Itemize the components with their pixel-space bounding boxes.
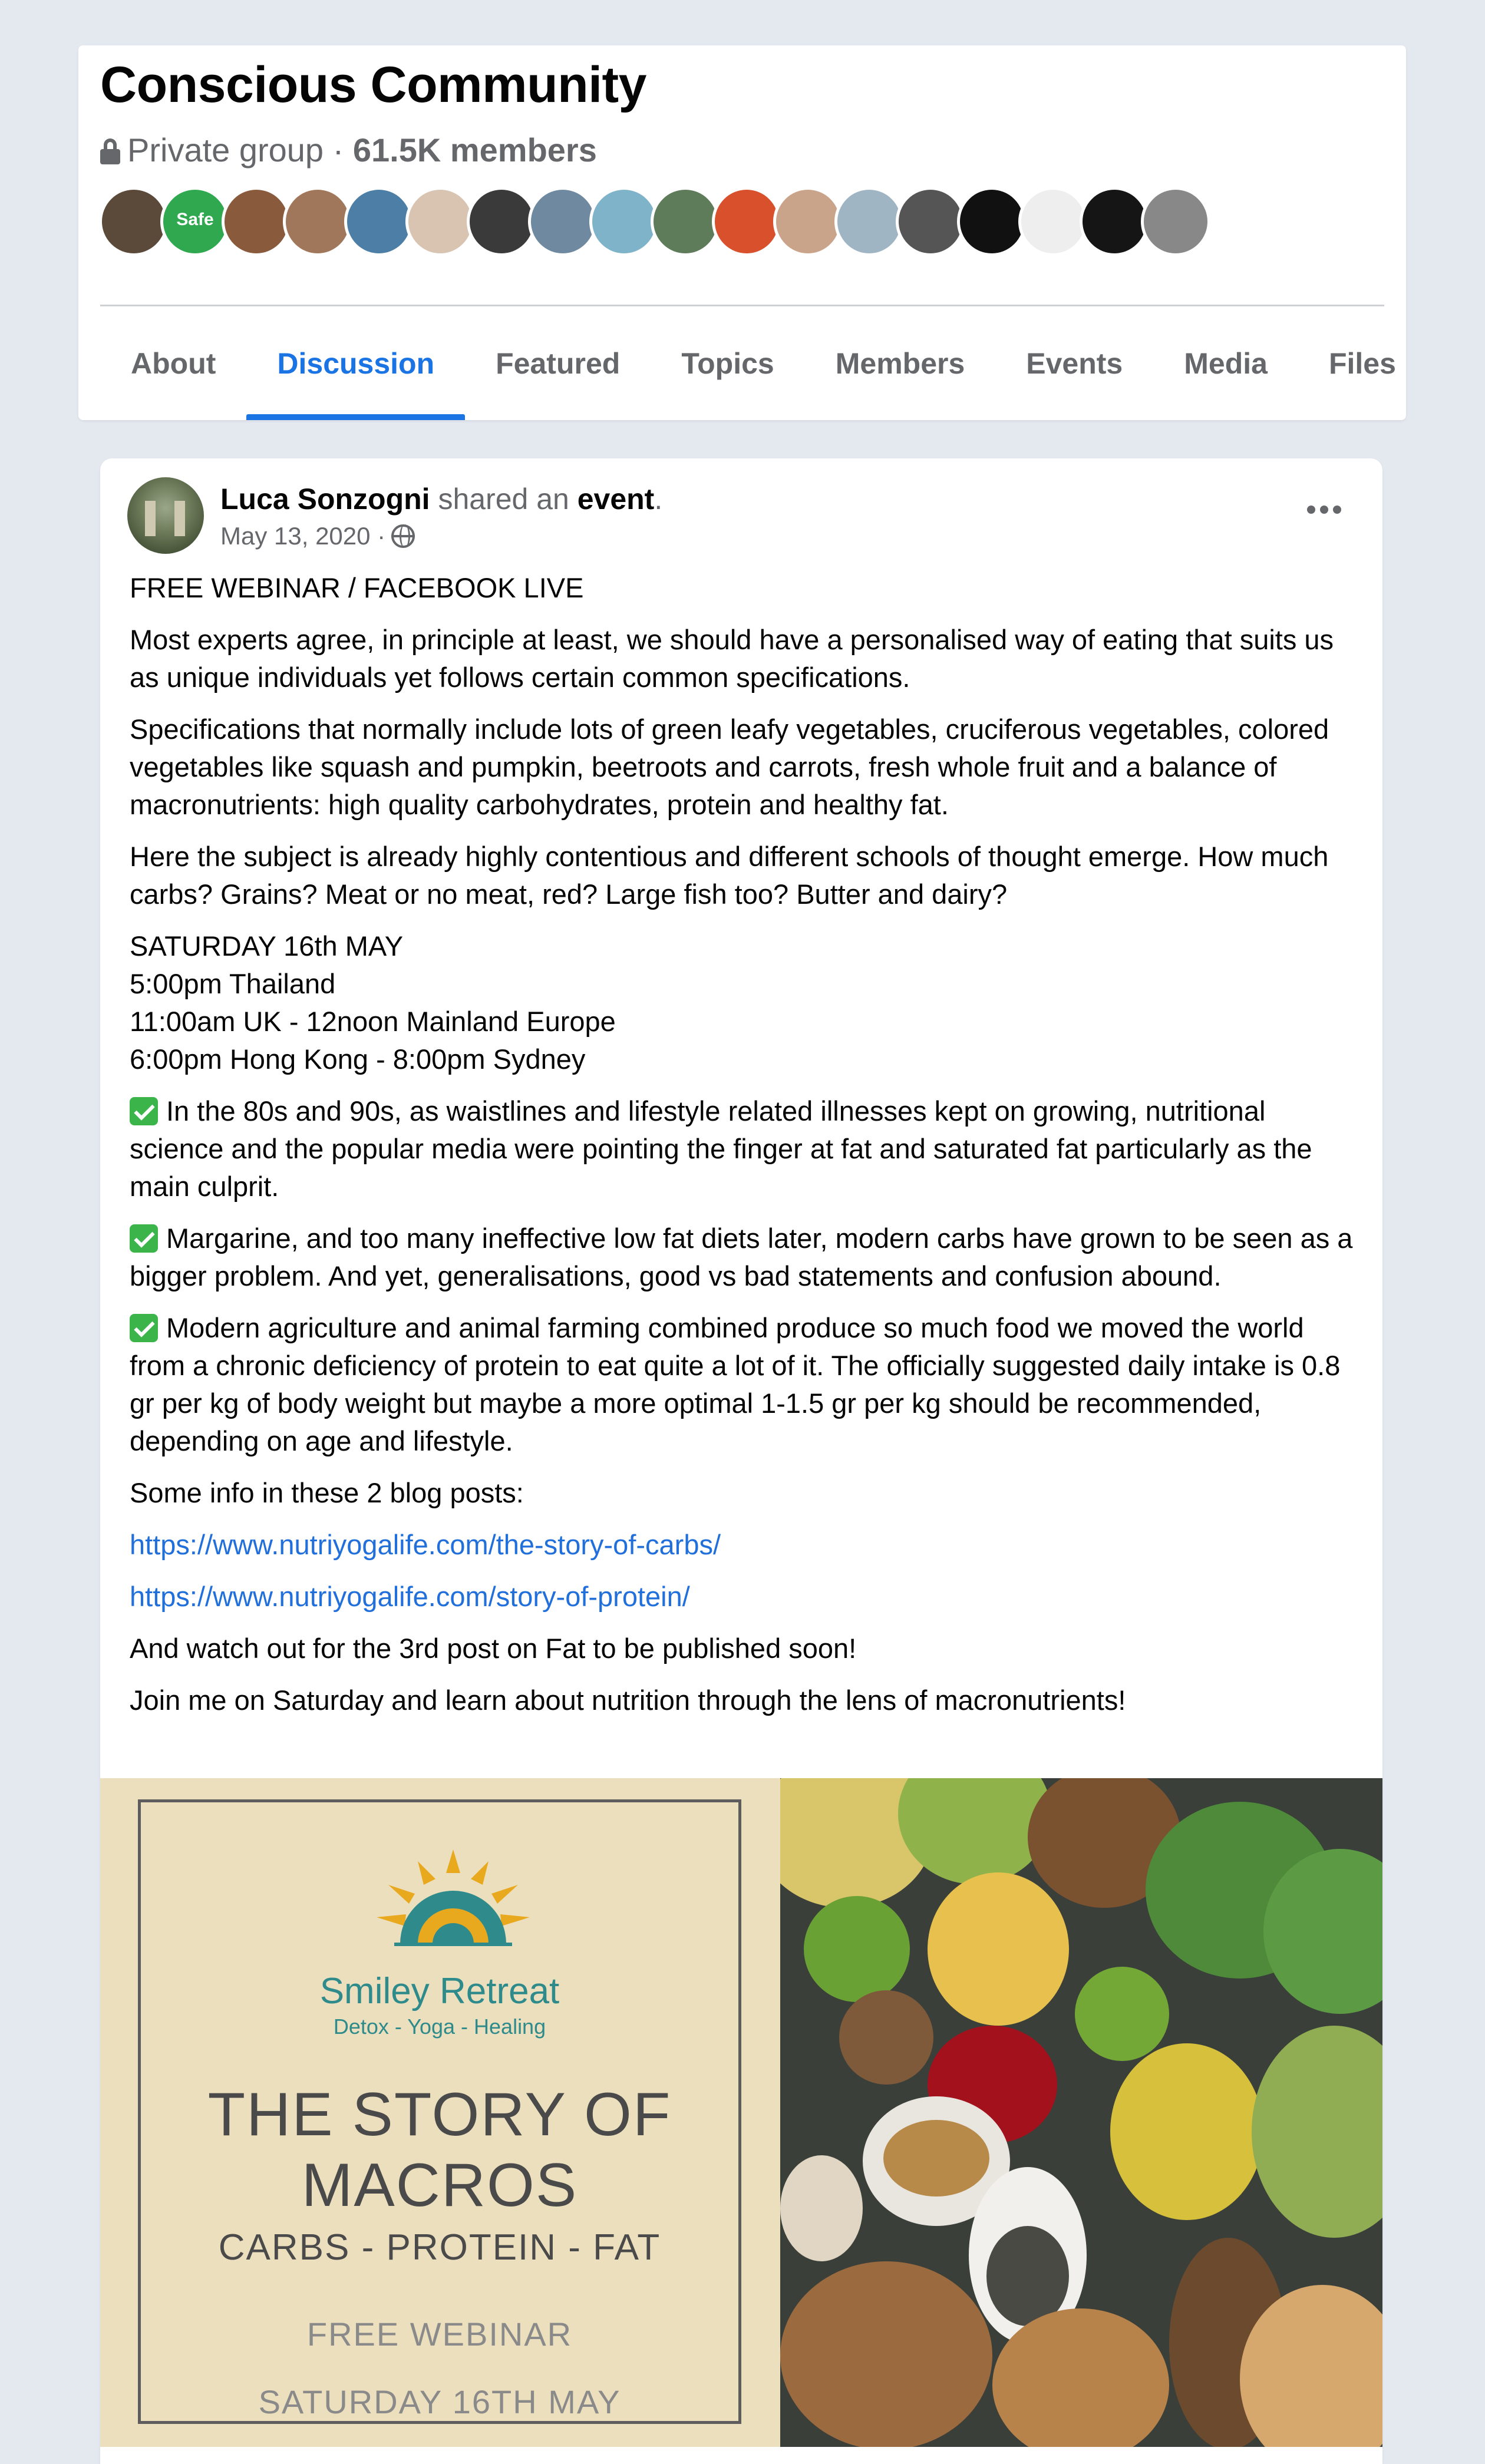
member-avatar[interactable] — [1080, 187, 1149, 256]
schedule-line: SATURDAY 16th MAY — [130, 930, 404, 962]
post-heading: FREE WEBINAR / FACEBOOK LIVE — [130, 572, 584, 603]
post-action-period: . — [654, 483, 663, 516]
member-avatar[interactable] — [834, 187, 904, 256]
bullet-item: In the 80s and 90s, as waistlines and li… — [130, 1092, 1355, 1205]
blog-link-carbs[interactable]: https://www.nutriyogalife.com/the-story-… — [130, 1526, 1355, 1564]
post-body: FREE WEBINAR / FACEBOOK LIVE Most expert… — [130, 569, 1355, 1733]
check-mark-icon — [130, 1097, 158, 1125]
member-avatars[interactable]: Safe — [99, 187, 1210, 257]
lock-icon — [100, 138, 120, 164]
member-avatar[interactable] — [528, 187, 598, 256]
group-meta: Private group · 61.5K members — [100, 131, 597, 169]
member-avatar[interactable] — [283, 187, 352, 256]
brand-tagline: Detox - Yoga - Healing — [333, 2014, 546, 2039]
event-schedule: SATURDAY 16th MAY 5:00pm Thailand 11:00a… — [130, 927, 1355, 1078]
member-avatar[interactable] — [896, 187, 965, 256]
member-avatar[interactable] — [589, 187, 659, 256]
check-mark-icon — [130, 1314, 158, 1342]
tab-about[interactable]: About — [100, 307, 246, 420]
post-paragraph: Specifications that normally include lot… — [130, 714, 1329, 820]
author-name[interactable]: Luca Sonzogni — [220, 483, 430, 516]
brand-name: Smiley Retreat — [319, 1971, 560, 2012]
poster-frame: Smiley Retreat Detox - Yoga - Healing TH… — [138, 1799, 741, 2424]
bullet-item: Modern agriculture and animal farming co… — [130, 1309, 1355, 1460]
group-title[interactable]: Conscious Community — [100, 56, 647, 114]
member-avatar[interactable] — [1141, 187, 1210, 256]
sun-logo-icon — [377, 1849, 530, 1946]
member-avatar[interactable] — [405, 187, 475, 256]
member-avatar[interactable] — [957, 187, 1027, 256]
member-avatar[interactable]: Safe — [160, 187, 230, 256]
post-action: shared an — [430, 483, 578, 516]
poster-subtitle: CARBS - PROTEIN - FAT — [218, 2227, 661, 2268]
group-tabs: About Discussion Featured Topics Members Even… — [100, 307, 1427, 420]
member-avatar[interactable] — [222, 187, 291, 256]
schedule-line: 5:00pm Thailand — [130, 968, 336, 999]
poster-title: THE STORY OF MACROS — [141, 2079, 738, 2221]
schedule-line: 11:00am UK - 12noon Mainland Europe — [130, 1006, 616, 1037]
member-avatar-label: Safe — [176, 210, 214, 229]
check-mark-icon — [130, 1224, 158, 1253]
blog-intro: Some info in these 2 blog posts: — [130, 1477, 524, 1508]
group-header: Conscious Community Private group · 61.5… — [78, 45, 1406, 420]
poster-title-line: MACROS — [301, 2151, 578, 2219]
post-paragraph: And watch out for the 3rd post on Fat to… — [130, 1633, 857, 1664]
poster-title-line: THE STORY OF — [207, 2080, 672, 2149]
member-avatar[interactable] — [651, 187, 720, 256]
member-count[interactable]: 61.5K members — [353, 131, 597, 169]
webinar-poster: Smiley Retreat Detox - Yoga - Healing TH… — [100, 1778, 780, 2447]
post-paragraph: Here the subject is already highly conte… — [130, 841, 1329, 910]
tab-topics[interactable]: Topics — [651, 307, 804, 420]
blog-link-protein[interactable]: https://www.nutriyogalife.com/story-of-p… — [130, 1578, 1355, 1616]
event-cover-image[interactable]: Smiley Retreat Detox - Yoga - Healing TH… — [100, 1778, 1382, 2447]
globe-icon — [391, 524, 415, 548]
food-photo — [780, 1778, 1382, 2447]
post-date[interactable]: May 13, 2020 · — [220, 522, 385, 550]
member-avatar[interactable] — [467, 187, 536, 256]
member-avatar[interactable] — [712, 187, 781, 256]
shared-object-link[interactable]: event — [578, 483, 655, 516]
post-paragraph: Join me on Saturday and learn about nutr… — [130, 1684, 1126, 1716]
schedule-line: 6:00pm Hong Kong - 8:00pm Sydney — [130, 1043, 586, 1075]
tab-files[interactable]: Files — [1298, 307, 1427, 420]
tab-media[interactable]: Media — [1153, 307, 1298, 420]
bullet-text: In the 80s and 90s, as waistlines and li… — [130, 1095, 1312, 1202]
tab-featured[interactable]: Featured — [465, 307, 651, 420]
post-header: Luca Sonzogni shared an event. — [220, 482, 662, 516]
bullet-text: Margarine, and too many ineffective low … — [130, 1223, 1353, 1292]
post-paragraph: Most experts agree, in principle at leas… — [130, 624, 1334, 693]
tab-discussion[interactable]: Discussion — [246, 307, 465, 420]
more-options-icon[interactable] — [1307, 506, 1341, 514]
poster-free-webinar: FREE WEBINAR — [306, 2316, 573, 2353]
tab-events[interactable]: Events — [995, 307, 1153, 420]
group-privacy: Private group · — [127, 131, 344, 169]
author-avatar[interactable] — [127, 477, 204, 554]
divider — [100, 305, 1384, 306]
tab-members[interactable]: Members — [805, 307, 996, 420]
member-avatar[interactable] — [773, 187, 843, 256]
poster-date: SATURDAY 16TH MAY — [258, 2383, 621, 2420]
member-avatar[interactable] — [344, 187, 414, 256]
member-avatar[interactable] — [99, 187, 169, 256]
bullet-text: Modern agriculture and animal farming co… — [130, 1312, 1341, 1456]
member-avatar[interactable] — [1018, 187, 1088, 256]
post-card: Luca Sonzogni shared an event. May 13, 2… — [100, 458, 1382, 2464]
post-timestamp[interactable]: May 13, 2020 · — [220, 522, 415, 550]
bullet-item: Margarine, and too many ineffective low … — [130, 1220, 1355, 1295]
